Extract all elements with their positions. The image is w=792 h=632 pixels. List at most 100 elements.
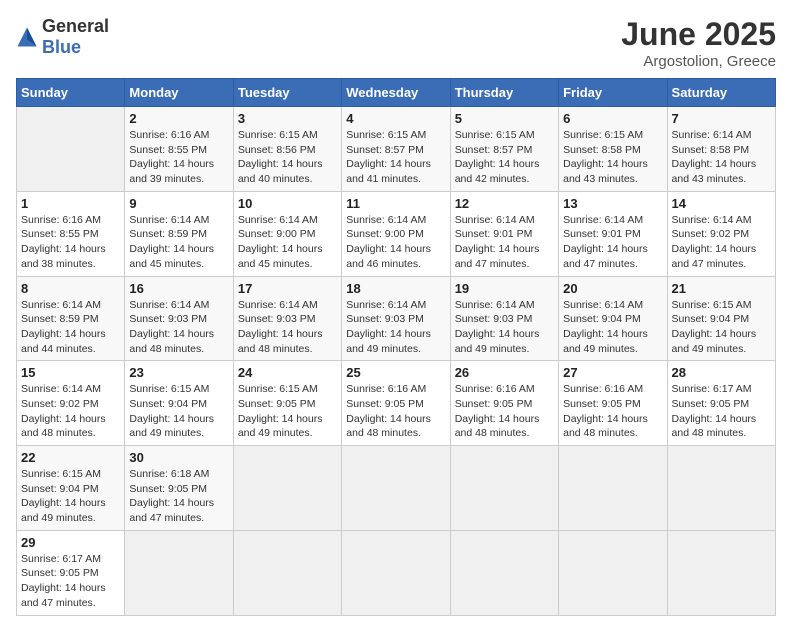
calendar-week-row: 22Sunrise: 6:15 AMSunset: 9:04 PMDayligh…: [17, 446, 776, 531]
calendar-cell: 14 Sunrise: 6:14 AMSunset: 9:02 PMDayligh…: [667, 191, 775, 276]
day-number: 14: [672, 196, 771, 211]
calendar-cell: [125, 530, 233, 615]
day-number: 26: [455, 365, 554, 380]
day-info: Sunrise: 6:15 AMSunset: 9:05 PMDaylight:…: [238, 382, 337, 441]
calendar-cell: 4 Sunrise: 6:15 AMSunset: 8:57 PMDaylight…: [342, 107, 450, 192]
calendar-cell: 13Sunrise: 6:14 AMSunset: 9:01 PMDayligh…: [559, 191, 667, 276]
day-number: 27: [563, 365, 662, 380]
calendar-cell: 2Sunrise: 6:16 AMSunset: 8:55 PMDaylight…: [125, 107, 233, 192]
day-number: 17: [238, 281, 337, 296]
calendar-cell: 11Sunrise: 6:14 AMSunset: 9:00 PMDayligh…: [342, 191, 450, 276]
calendar-cell: [450, 530, 558, 615]
calendar-cell: [17, 107, 125, 192]
day-number: 23: [129, 365, 228, 380]
calendar-cell: 1Sunrise: 6:16 AMSunset: 8:55 PMDaylight…: [17, 191, 125, 276]
day-number: 18: [346, 281, 445, 296]
day-info: Sunrise: 6:14 AMSunset: 9:03 PMDaylight:…: [455, 298, 554, 357]
calendar-week-row: 29 Sunrise: 6:17 AMSunset: 9:05 PMDayligh…: [17, 530, 776, 615]
day-number: 30: [129, 450, 228, 465]
calendar-cell: 16Sunrise: 6:14 AMSunset: 9:03 PMDayligh…: [125, 276, 233, 361]
day-number: 21: [672, 281, 771, 296]
calendar-cell: 26 Sunrise: 6:16 AMSunset: 9:05 PMDayligh…: [450, 361, 558, 446]
day-info: Sunrise: 6:16 AMSunset: 9:05 PMDaylight:…: [455, 382, 554, 441]
day-info: Sunrise: 6:15 AMSunset: 8:57 PMDaylight:…: [455, 128, 554, 187]
calendar-cell: 22Sunrise: 6:15 AMSunset: 9:04 PMDayligh…: [17, 446, 125, 531]
day-info: Sunrise: 6:16 AMSunset: 8:55 PMDaylight:…: [129, 128, 228, 187]
logo: General Blue: [16, 16, 109, 58]
calendar-cell: 30 Sunrise: 6:18 AMSunset: 9:05 PMDayligh…: [125, 446, 233, 531]
calendar-cell: 3 Sunrise: 6:15 AMSunset: 8:56 PMDaylight…: [233, 107, 341, 192]
day-info: Sunrise: 6:14 AMSunset: 9:02 PMDaylight:…: [21, 382, 120, 441]
calendar-week-row: 15 Sunrise: 6:14 AMSunset: 9:02 PMDayligh…: [17, 361, 776, 446]
weekday-header-tuesday: Tuesday: [233, 79, 341, 107]
calendar-cell: 20 Sunrise: 6:14 AMSunset: 9:04 PMDayligh…: [559, 276, 667, 361]
calendar-cell: [450, 446, 558, 531]
day-number: 3: [238, 111, 337, 126]
title-block: June 2025 Argostolion, Greece: [621, 16, 776, 70]
calendar-cell: 9 Sunrise: 6:14 AMSunset: 8:59 PMDaylight…: [125, 191, 233, 276]
day-info: Sunrise: 6:14 AMSunset: 9:03 PMDaylight:…: [238, 298, 337, 357]
calendar-week-row: 8Sunrise: 6:14 AMSunset: 8:59 PMDaylight…: [17, 276, 776, 361]
calendar-table: SundayMondayTuesdayWednesdayThursdayFrid…: [16, 78, 776, 616]
calendar-cell: 12Sunrise: 6:14 AMSunset: 9:01 PMDayligh…: [450, 191, 558, 276]
day-info: Sunrise: 6:15 AMSunset: 8:58 PMDaylight:…: [563, 128, 662, 187]
calendar-header-row: SundayMondayTuesdayWednesdayThursdayFrid…: [17, 79, 776, 107]
header: General Blue June 2025 Argostolion, Gree…: [16, 16, 776, 70]
day-number: 15: [21, 365, 120, 380]
calendar-week-row: 1Sunrise: 6:16 AMSunset: 8:55 PMDaylight…: [17, 191, 776, 276]
logo-blue-text: Blue: [42, 37, 81, 57]
day-info: Sunrise: 6:16 AMSunset: 9:05 PMDaylight:…: [563, 382, 662, 441]
day-info: Sunrise: 6:15 AMSunset: 8:57 PMDaylight:…: [346, 128, 445, 187]
day-info: Sunrise: 6:15 AMSunset: 9:04 PMDaylight:…: [21, 467, 120, 526]
day-info: Sunrise: 6:17 AMSunset: 9:05 PMDaylight:…: [21, 552, 120, 611]
weekday-header-monday: Monday: [125, 79, 233, 107]
day-number: 16: [129, 281, 228, 296]
day-info: Sunrise: 6:14 AMSunset: 8:58 PMDaylight:…: [672, 128, 771, 187]
calendar-cell: 23 Sunrise: 6:15 AMSunset: 9:04 PMDayligh…: [125, 361, 233, 446]
weekday-header-sunday: Sunday: [17, 79, 125, 107]
day-info: Sunrise: 6:18 AMSunset: 9:05 PMDaylight:…: [129, 467, 228, 526]
calendar-title: June 2025: [621, 16, 776, 53]
day-info: Sunrise: 6:14 AMSunset: 9:03 PMDaylight:…: [346, 298, 445, 357]
day-number: 9: [129, 196, 228, 211]
day-info: Sunrise: 6:15 AMSunset: 8:56 PMDaylight:…: [238, 128, 337, 187]
generalblue-logo-icon: [16, 26, 38, 48]
day-number: 6: [563, 111, 662, 126]
calendar-cell: 6 Sunrise: 6:15 AMSunset: 8:58 PMDaylight…: [559, 107, 667, 192]
day-info: Sunrise: 6:14 AMSunset: 8:59 PMDaylight:…: [129, 213, 228, 272]
day-number: 7: [672, 111, 771, 126]
calendar-cell: 10Sunrise: 6:14 AMSunset: 9:00 PMDayligh…: [233, 191, 341, 276]
day-info: Sunrise: 6:14 AMSunset: 9:01 PMDaylight:…: [455, 213, 554, 272]
calendar-subtitle: Argostolion, Greece: [621, 53, 776, 70]
calendar-cell: [342, 530, 450, 615]
calendar-cell: 18 Sunrise: 6:14 AMSunset: 9:03 PMDayligh…: [342, 276, 450, 361]
calendar-cell: 8Sunrise: 6:14 AMSunset: 8:59 PMDaylight…: [17, 276, 125, 361]
day-number: 4: [346, 111, 445, 126]
day-number: 28: [672, 365, 771, 380]
calendar-cell: 7 Sunrise: 6:14 AMSunset: 8:58 PMDaylight…: [667, 107, 775, 192]
day-info: Sunrise: 6:15 AMSunset: 9:04 PMDaylight:…: [672, 298, 771, 357]
calendar-cell: 19Sunrise: 6:14 AMSunset: 9:03 PMDayligh…: [450, 276, 558, 361]
day-number: 11: [346, 196, 445, 211]
calendar-cell: [233, 530, 341, 615]
weekday-header-thursday: Thursday: [450, 79, 558, 107]
calendar-cell: [667, 530, 775, 615]
weekday-header-friday: Friday: [559, 79, 667, 107]
calendar-cell: 24Sunrise: 6:15 AMSunset: 9:05 PMDayligh…: [233, 361, 341, 446]
day-info: Sunrise: 6:17 AMSunset: 9:05 PMDaylight:…: [672, 382, 771, 441]
day-number: 5: [455, 111, 554, 126]
calendar-cell: [559, 446, 667, 531]
day-number: 8: [21, 281, 120, 296]
day-number: 29: [21, 535, 120, 550]
calendar-cell: 25Sunrise: 6:16 AMSunset: 9:05 PMDayligh…: [342, 361, 450, 446]
day-info: Sunrise: 6:14 AMSunset: 9:00 PMDaylight:…: [238, 213, 337, 272]
weekday-header-saturday: Saturday: [667, 79, 775, 107]
day-info: Sunrise: 6:14 AMSunset: 9:02 PMDaylight:…: [672, 213, 771, 272]
day-number: 20: [563, 281, 662, 296]
calendar-cell: [342, 446, 450, 531]
logo-general-text: General: [42, 16, 109, 36]
day-info: Sunrise: 6:14 AMSunset: 9:04 PMDaylight:…: [563, 298, 662, 357]
calendar-cell: 27 Sunrise: 6:16 AMSunset: 9:05 PMDayligh…: [559, 361, 667, 446]
day-info: Sunrise: 6:15 AMSunset: 9:04 PMDaylight:…: [129, 382, 228, 441]
day-number: 25: [346, 365, 445, 380]
